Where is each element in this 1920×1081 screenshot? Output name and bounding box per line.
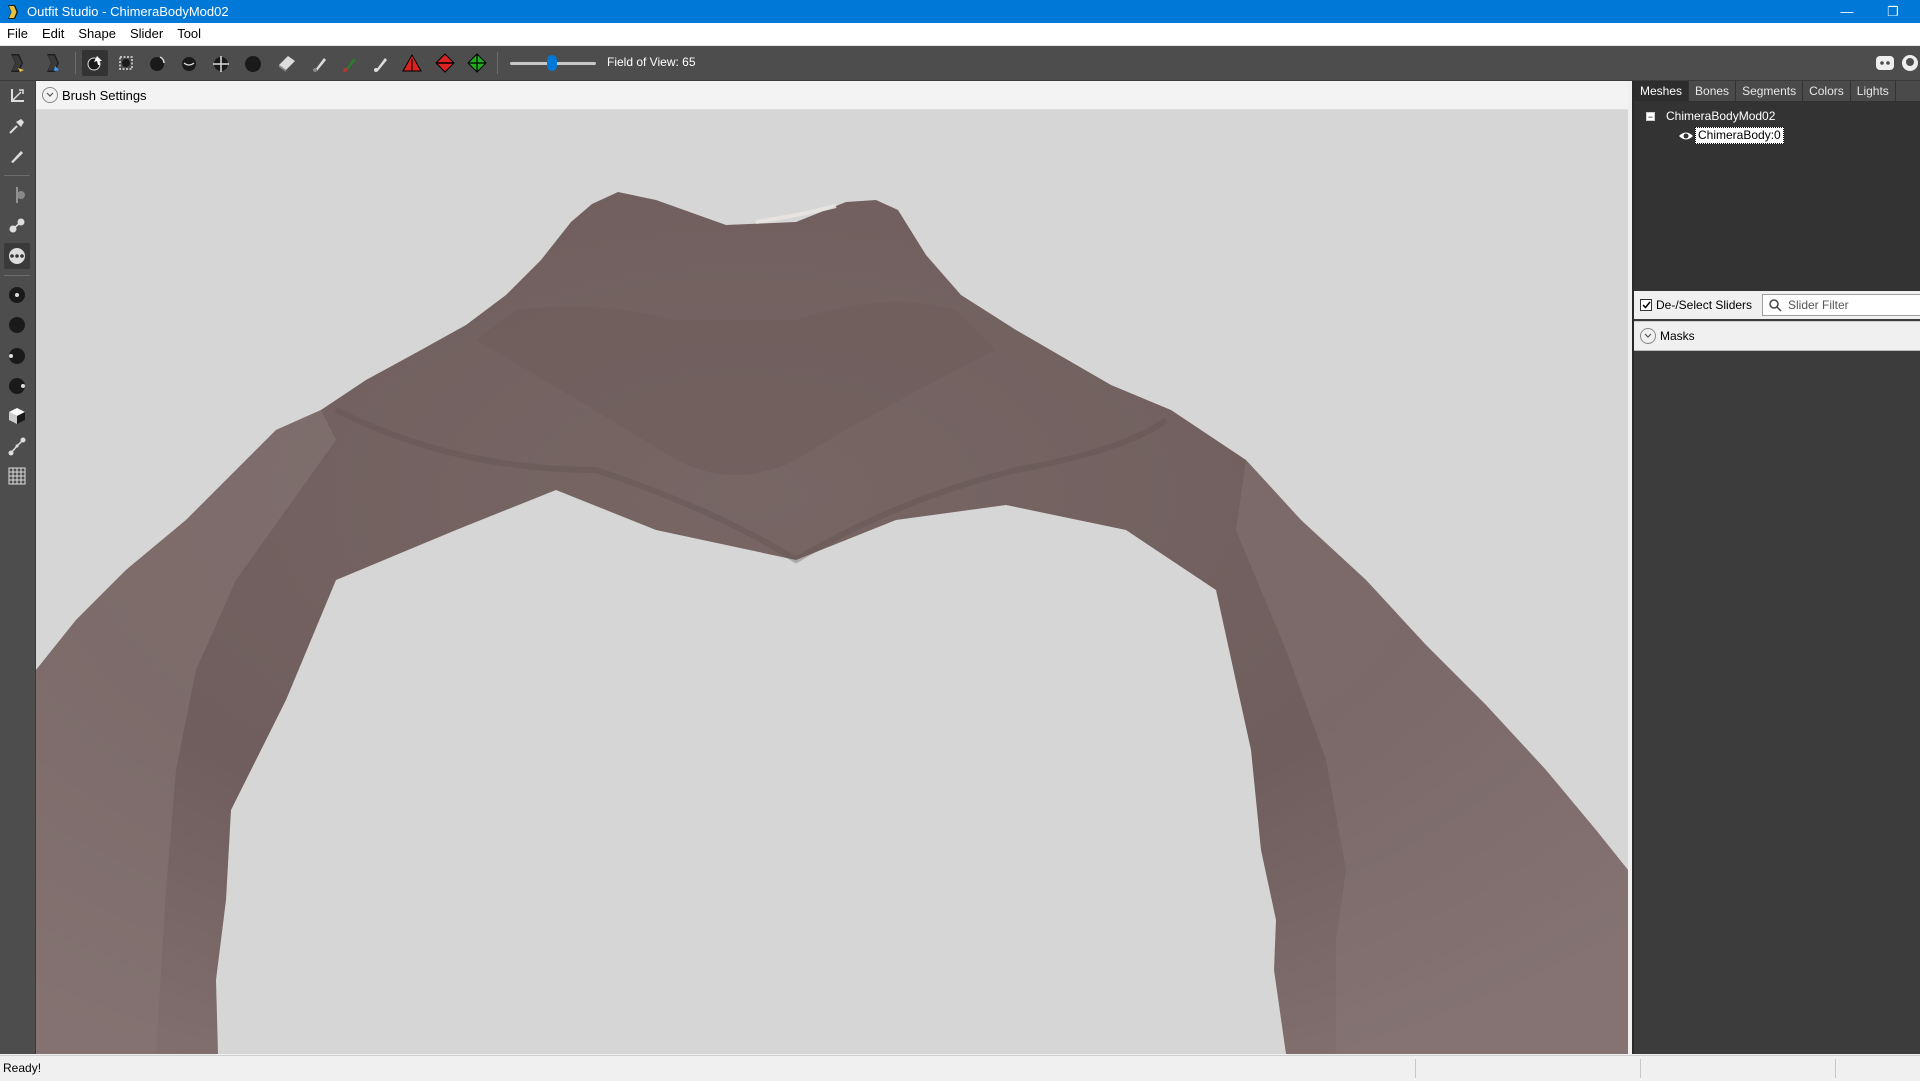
collapse-vertex-icon[interactable] <box>4 212 30 238</box>
logo-back-icon[interactable] <box>4 50 30 76</box>
mesh-render <box>36 192 1628 1054</box>
select-sliders-checkbox[interactable] <box>1640 299 1652 311</box>
tree-child-label[interactable]: ChimeraBody:0 <box>1695 127 1784 144</box>
field-of-view-label: Field of View: 65 <box>607 55 696 69</box>
vertex-green-icon[interactable] <box>464 50 490 76</box>
menu-tool[interactable]: Tool <box>170 23 208 45</box>
grid-icon[interactable] <box>4 463 30 489</box>
mask-icon[interactable] <box>114 50 140 76</box>
select-sliders-label[interactable]: De-/Select Sliders <box>1656 298 1752 312</box>
toolbar: Field of View: 65 <box>0 46 1920 81</box>
tab-colors[interactable]: Colors <box>1803 81 1851 101</box>
select-tool-icon[interactable] <box>4 83 30 109</box>
color-brush-icon[interactable] <box>337 50 363 76</box>
brush-size-xl-icon[interactable] <box>4 373 30 399</box>
status-text: Ready! <box>3 1061 42 1075</box>
tab-meshes[interactable]: Meshes <box>1634 81 1690 101</box>
minimize-button[interactable]: — <box>1824 0 1870 23</box>
menu-slider[interactable]: Slider <box>123 23 170 45</box>
tab-lights[interactable]: Lights <box>1851 81 1896 101</box>
mesh-tree: − ChimeraBodyMod02 ChimeraBody:0 <box>1634 101 1920 293</box>
vertex-red-icon[interactable] <box>399 50 425 76</box>
title-bar: Outfit Studio - ChimeraBodyMod02 — ❐ <box>0 0 1920 23</box>
transform-tool-icon[interactable] <box>4 113 30 139</box>
menu-shape[interactable]: Shape <box>71 23 123 45</box>
select-brush-icon[interactable] <box>82 50 108 76</box>
undiff-icon[interactable] <box>274 50 300 76</box>
logo-forward-icon[interactable] <box>40 50 66 76</box>
slider-filter-placeholder: Slider Filter <box>1788 298 1849 312</box>
deflate-icon[interactable] <box>176 50 202 76</box>
masks-header[interactable]: Masks <box>1634 321 1920 351</box>
weight-brush-icon[interactable] <box>307 50 333 76</box>
field-of-view-slider-thumb[interactable] <box>547 55 557 71</box>
brush-settings-header[interactable]: Brush Settings <box>36 81 1628 110</box>
window-title: Outfit Studio - ChimeraBodyMod02 <box>27 4 229 19</box>
restore-button[interactable]: ❐ <box>1870 0 1916 23</box>
bone-tool-icon[interactable] <box>4 433 30 459</box>
flip-edge-icon[interactable] <box>4 243 30 269</box>
tab-segments[interactable]: Segments <box>1736 81 1804 101</box>
discord-icon[interactable] <box>1872 50 1898 76</box>
move-icon[interactable] <box>208 50 234 76</box>
right-panel: Meshes Bones Segments Colors Lights − Ch… <box>1632 81 1920 1054</box>
brush-size-medium-icon[interactable] <box>4 312 30 338</box>
field-of-view-slider[interactable] <box>510 55 596 71</box>
alpha-brush-icon[interactable] <box>368 50 394 76</box>
right-panel-tabs: Meshes Bones Segments Colors Lights <box>1634 81 1920 101</box>
sliders-bar: De-/Select Sliders Slider Filter <box>1634 291 1920 319</box>
slider-filter-field[interactable]: Slider Filter <box>1762 294 1920 316</box>
vertex-red-diamond-icon[interactable] <box>432 50 458 76</box>
brush-settings-label: Brush Settings <box>62 87 147 103</box>
tab-bones[interactable]: Bones <box>1689 81 1737 101</box>
cube-view-icon[interactable] <box>4 403 30 429</box>
vertex-select-icon[interactable] <box>4 182 30 208</box>
status-bar: Ready! <box>0 1055 1920 1081</box>
pivot-tool-icon[interactable] <box>4 143 30 169</box>
brush-size-large-icon[interactable] <box>4 343 30 369</box>
inflate-icon[interactable] <box>145 50 171 76</box>
brush-size-small-icon[interactable] <box>4 282 30 308</box>
tree-root-label[interactable]: ChimeraBodyMod02 <box>1666 109 1775 123</box>
smooth-icon[interactable] <box>240 50 266 76</box>
outfit-studio-logo-icon <box>8 4 18 19</box>
github-icon[interactable] <box>1900 50 1920 76</box>
menu-bar: File Edit Shape Slider Tool <box>0 23 1920 46</box>
masks-label: Masks <box>1660 329 1695 343</box>
menu-edit[interactable]: Edit <box>35 23 71 45</box>
left-toolbar <box>0 81 36 1054</box>
menu-file[interactable]: File <box>0 23 35 45</box>
chevron-down-icon[interactable] <box>1640 328 1656 344</box>
tree-root-row[interactable]: − ChimeraBodyMod02 <box>1646 109 1775 123</box>
collapse-icon[interactable]: − <box>1646 111 1655 121</box>
eye-icon[interactable] <box>1678 130 1694 142</box>
3d-viewport[interactable] <box>36 110 1628 1054</box>
tree-child-row[interactable]: ChimeraBody:0 <box>1678 127 1784 144</box>
chevron-down-icon[interactable] <box>42 87 58 103</box>
search-icon <box>1769 299 1782 312</box>
